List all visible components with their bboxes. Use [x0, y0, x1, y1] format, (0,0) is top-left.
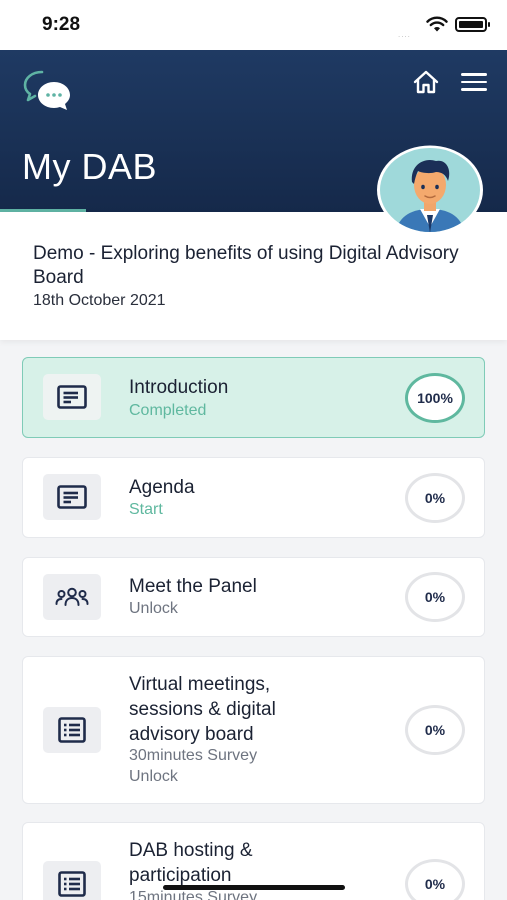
list-icon [58, 717, 86, 743]
document-icon [57, 485, 87, 509]
progress-indicator: 0% [405, 859, 465, 900]
home-indicator[interactable] [163, 885, 345, 890]
module-card-introduction[interactable]: Introduction Completed 100% [22, 357, 485, 438]
module-status: Unlock [129, 768, 178, 785]
module-icon-box [43, 374, 101, 420]
list-icon [58, 871, 86, 897]
chat-bubbles-icon[interactable] [22, 68, 72, 112]
signal-icon: .... [398, 30, 411, 39]
meeting-title: Demo - Exploring benefits of using Digit… [33, 243, 459, 288]
wifi-icon [426, 16, 448, 32]
progress-indicator: 100% [405, 373, 465, 423]
status-time: 9:28 [42, 14, 81, 35]
module-card-agenda[interactable]: Agenda Start 0% [22, 457, 485, 538]
module-icon-box [43, 474, 101, 520]
module-subtitle: 15minutes Survey [129, 889, 258, 900]
module-title: Virtual meetings, sessions & digital adv… [129, 674, 276, 745]
module-card-virtual-meetings[interactable]: Virtual meetings, sessions & digital adv… [22, 656, 485, 804]
hamburger-menu-icon[interactable] [461, 73, 487, 91]
module-icon-box [43, 574, 101, 620]
module-subtitle: 30minutes Survey [129, 747, 258, 764]
module-title: Meet the Panel [129, 576, 257, 597]
module-title: Introduction [129, 377, 229, 398]
module-status: Start [129, 501, 163, 518]
home-icon[interactable] [413, 70, 439, 94]
page-title: My DAB [22, 146, 158, 187]
module-icon-box [43, 707, 101, 753]
progress-indicator: 0% [405, 572, 465, 622]
status-bar: 9:28 .... [0, 0, 507, 50]
module-title: Agenda [129, 477, 195, 498]
battery-icon [455, 17, 490, 32]
people-icon [55, 587, 89, 606]
module-status: Completed [129, 402, 207, 419]
document-icon [57, 385, 87, 409]
module-status: Unlock [129, 600, 178, 617]
module-icon-box [43, 861, 101, 900]
module-title: DAB hosting & participation [129, 840, 253, 886]
progress-indicator: 0% [405, 705, 465, 755]
avatar[interactable] [376, 145, 484, 235]
module-card-meet-the-panel[interactable]: Meet the Panel Unlock 0% [22, 557, 485, 637]
meeting-date: 18th October 2021 [33, 292, 166, 309]
progress-indicator: 0% [405, 473, 465, 523]
